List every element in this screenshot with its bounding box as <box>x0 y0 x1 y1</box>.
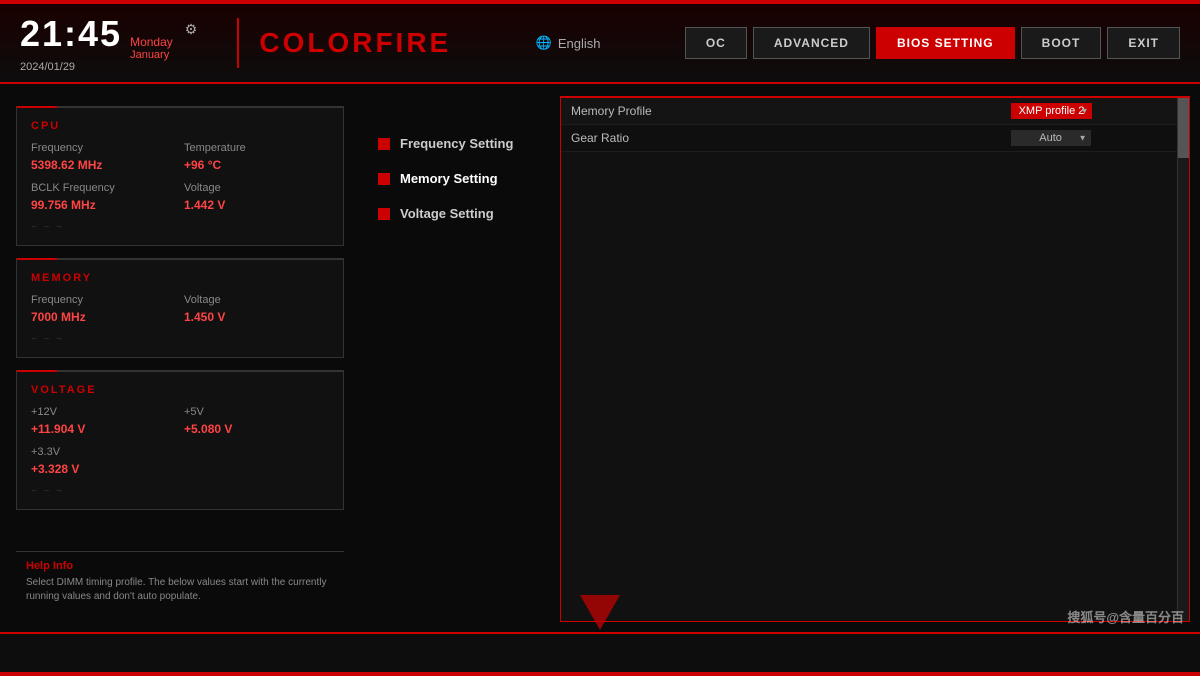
help-section: Help Info Select DIMM timing profile. Th… <box>16 551 344 612</box>
header-center: 🌐 English <box>451 35 685 51</box>
frequency-setting-label: Frequency Setting <box>400 136 513 151</box>
gear-icon[interactable]: ⚙ <box>185 21 198 38</box>
middle-panel: Frequency Setting Memory Setting Voltage… <box>360 86 560 632</box>
value-box[interactable]: Auto <box>1011 130 1091 146</box>
left-panel: CPU Frequency 5398.62 MHz Temperature +9… <box>0 86 360 632</box>
cpu-frequency-value: 5398.62 MHz <box>31 158 102 172</box>
cpu-bclk-label: BCLK Frequency <box>31 182 176 194</box>
memory-setting-label: Memory Setting <box>400 171 498 186</box>
month-name: January <box>130 49 173 61</box>
row-name: Gear Ratio <box>561 125 906 152</box>
v33-label: +3.3V <box>31 446 176 458</box>
cpu-voltage-value: 1.442 V <box>184 198 225 212</box>
frequency-indicator <box>378 138 390 150</box>
memory-table: Memory Profile XMP profile 2 Gear Ratio Aut… <box>561 98 1189 152</box>
main-content: CPU Frequency 5398.62 MHz Temperature +9… <box>0 86 1200 632</box>
cpu-frequency-item: Frequency 5398.62 MHz <box>31 142 176 174</box>
v5-value: +5.080 V <box>184 422 232 436</box>
voltage-card: VOLTAGE +12V +11.904 V +5V +5.080 V +3.3… <box>16 370 344 510</box>
voltage-indicator <box>378 208 390 220</box>
row-setting-value[interactable]: XMP profile 2 <box>1001 98 1189 125</box>
row-name: Memory Profile <box>561 98 906 125</box>
memory-frequency-value: 7000 MHz <box>31 310 86 324</box>
v33-value: +3.328 V <box>31 462 79 476</box>
table-row[interactable]: Gear Ratio Auto <box>561 125 1189 152</box>
menu-voltage-setting[interactable]: Voltage Setting <box>370 196 550 231</box>
logo-color-text: COLORFIRE <box>259 27 451 58</box>
voltage-card-title: VOLTAGE <box>31 384 329 396</box>
language-label: English <box>558 36 601 51</box>
memory-frequency-label: Frequency <box>31 294 176 306</box>
watermark: 搜狐号@含量百分百 <box>1067 607 1184 626</box>
cpu-temperature-item: Temperature +96 °C <box>184 142 329 174</box>
globe-icon: 🌐 <box>536 35 552 51</box>
help-title: Help Info <box>26 560 334 572</box>
cpu-card: CPU Frequency 5398.62 MHz Temperature +9… <box>16 106 344 246</box>
nav-bios-setting-button[interactable]: BIOS SETTING <box>876 27 1015 59</box>
table-row[interactable]: Memory Profile XMP profile 2 <box>561 98 1189 125</box>
day-name: Monday <box>130 35 173 49</box>
v12-label: +12V <box>31 406 176 418</box>
memory-card-title: MEMORY <box>31 272 329 284</box>
nav-buttons: OC ADVANCED BIOS SETTING BOOT EXIT <box>685 27 1180 59</box>
row-current-value <box>906 98 1000 125</box>
cpu-bclk-item: BCLK Frequency 99.756 MHz <box>31 182 176 214</box>
memory-card: MEMORY Frequency 7000 MHz Voltage 1.450 … <box>16 258 344 358</box>
nav-oc-button[interactable]: OC <box>685 27 747 59</box>
voltage-setting-label: Voltage Setting <box>400 206 494 221</box>
memory-voltage-value: 1.450 V <box>184 310 225 324</box>
nav-exit-button[interactable]: EXIT <box>1107 27 1180 59</box>
brand-logo: COLORFIRE <box>259 27 451 59</box>
status-bar <box>0 632 1200 672</box>
row-current-value <box>906 125 1000 152</box>
header-divider <box>237 18 239 68</box>
memory-table-container: Memory Profile XMP profile 2 Gear Ratio Aut… <box>560 96 1190 622</box>
value-box[interactable]: XMP profile 2 <box>1011 103 1093 119</box>
cpu-bclk-value: 99.756 MHz <box>31 198 96 212</box>
header-time-section: 21:45 Monday January ⚙ 2024/01/29 <box>20 13 197 73</box>
nav-advanced-button[interactable]: ADVANCED <box>753 27 870 59</box>
memory-voltage-item: Voltage 1.450 V <box>184 294 329 326</box>
menu-frequency-setting[interactable]: Frequency Setting <box>370 126 550 161</box>
cpu-temperature-value: +96 °C <box>184 158 221 172</box>
header: 21:45 Monday January ⚙ 2024/01/29 COLORF… <box>0 4 1200 84</box>
clock-display: 21:45 <box>20 13 122 55</box>
language-selector[interactable]: 🌐 English <box>536 35 601 51</box>
row-setting-value[interactable]: Auto <box>1001 125 1189 152</box>
scroll-thumb[interactable] <box>1178 98 1189 158</box>
cpu-voltage-item: Voltage 1.442 V <box>184 182 329 214</box>
right-panel: Memory Profile XMP profile 2 Gear Ratio Aut… <box>560 86 1200 632</box>
memory-indicator <box>378 173 390 185</box>
memory-voltage-label: Voltage <box>184 294 329 306</box>
date-display: 2024/01/29 <box>20 61 197 73</box>
v12-value: +11.904 V <box>31 422 85 436</box>
scroll-bar[interactable] <box>1177 98 1189 621</box>
memory-frequency-item: Frequency 7000 MHz <box>31 294 176 326</box>
cpu-frequency-label: Frequency <box>31 142 176 154</box>
cpu-voltage-label: Voltage <box>184 182 329 194</box>
cpu-temperature-label: Temperature <box>184 142 329 154</box>
help-text: Select DIMM timing profile. The below va… <box>26 576 334 604</box>
v5-item: +5V +5.080 V <box>184 406 329 438</box>
cpu-card-title: CPU <box>31 120 329 132</box>
v33-item: +3.3V +3.328 V <box>31 446 176 478</box>
v5-label: +5V <box>184 406 329 418</box>
triangle-decoration <box>580 595 620 630</box>
menu-memory-setting[interactable]: Memory Setting <box>370 161 550 196</box>
nav-boot-button[interactable]: BOOT <box>1021 27 1102 59</box>
bottom-border <box>0 672 1200 676</box>
v12-item: +12V +11.904 V <box>31 406 176 438</box>
